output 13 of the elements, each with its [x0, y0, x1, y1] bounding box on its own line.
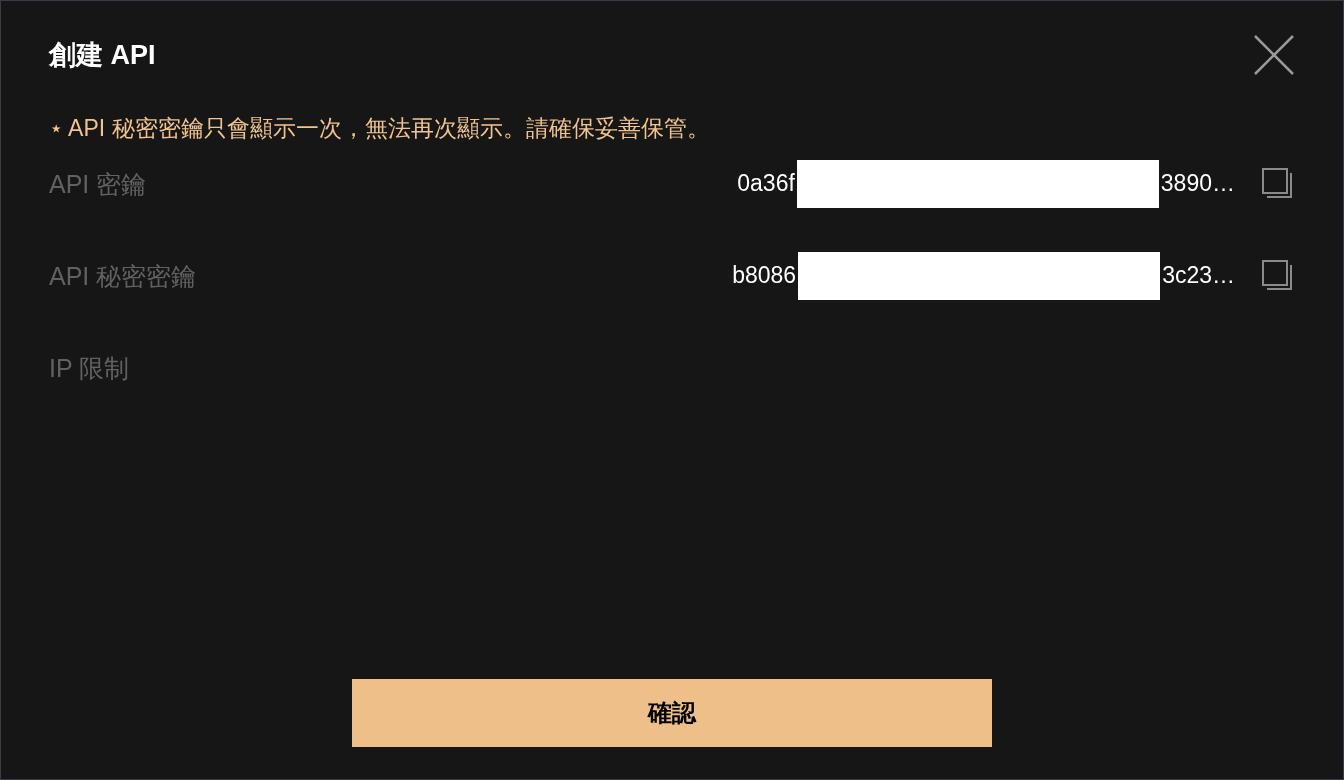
confirm-button[interactable]: 確認 [352, 679, 992, 747]
key-value-start: 0a36f [737, 169, 795, 199]
field-label: IP 限制 [49, 352, 131, 384]
notice-text: ⋆ API 秘密密鑰只會顯示一次，無法再次顯示。請確保妥善保管。 [49, 114, 711, 143]
key-value-start: b8086 [732, 261, 797, 291]
key-value-end: 3c23… [1162, 261, 1235, 291]
field-label: API 秘密密鑰 [49, 260, 198, 292]
copy-icon[interactable] [1261, 166, 1295, 201]
key-value-end: 3890… [1160, 169, 1235, 199]
close-icon[interactable] [1253, 34, 1295, 76]
field-label: API 密鑰 [49, 168, 148, 200]
copy-icon[interactable] [1261, 258, 1295, 293]
dialog-title: 創建 API [49, 38, 156, 72]
